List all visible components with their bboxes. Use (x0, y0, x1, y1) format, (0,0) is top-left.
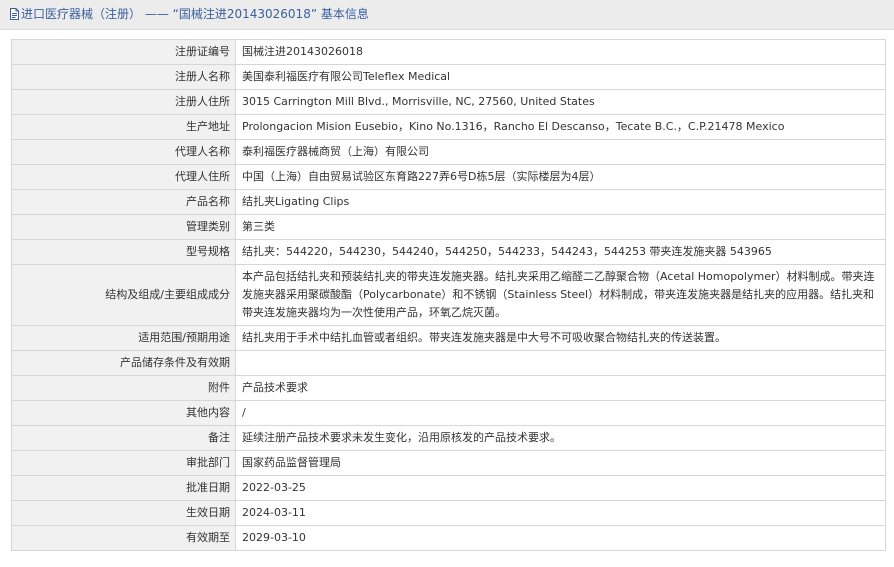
field-value: 第三类 (235, 214, 886, 240)
field-value: 延续注册产品技术要求未发生变化，沿用原核发的产品技术要求。 (235, 425, 886, 451)
field-label: 注册人名称 (11, 64, 236, 90)
field-value: 国械注进20143026018 (235, 39, 886, 65)
field-value: 中国（上海）自由贸易试验区东育路227弄6号D栋5层（实际楼层为4层） (235, 164, 886, 190)
row-registrant-address: 注册人住所 3015 Carrington Mill Blvd., Morris… (11, 89, 886, 115)
row-valid-until: 有效期至 2029-03-10 (11, 525, 886, 551)
field-label: 适用范围/预期用途 (11, 325, 236, 351)
field-value: 结扎夹用于手术中结扎血管或者组织。带夹连发施夹器是中大号不可吸收聚合物结扎夹的传… (235, 325, 886, 351)
field-value: 泰利福医疗器械商贸（上海）有限公司 (235, 139, 886, 165)
row-approval-department: 审批部门 国家药品监督管理局 (11, 450, 886, 476)
field-label: 审批部门 (11, 450, 236, 476)
field-label: 生效日期 (11, 500, 236, 526)
row-product-name: 产品名称 结扎夹Ligating Clips (11, 189, 886, 215)
field-label: 代理人名称 (11, 139, 236, 165)
field-value: 2022-03-25 (235, 475, 886, 501)
row-effective-date: 生效日期 2024-03-11 (11, 500, 886, 526)
field-value (235, 350, 886, 376)
field-label: 有效期至 (11, 525, 236, 551)
field-value: 美国泰利福医疗有限公司Teleflex Medical (235, 64, 886, 90)
field-label: 型号规格 (11, 239, 236, 265)
row-production-address: 生产地址 Prolongacion Mision Eusebio，Kino No… (11, 114, 886, 140)
field-value: 结扎夹：544220，544230，544240，544250，544233，5… (235, 239, 886, 265)
field-value: 3015 Carrington Mill Blvd., Morrisville,… (235, 89, 886, 115)
detail-container: 注册证编号 国械注进20143026018 注册人名称 美国泰利福医疗有限公司T… (0, 30, 894, 551)
row-attachment: 附件 产品技术要求 (11, 375, 886, 401)
field-value: 国家药品监督管理局 (235, 450, 886, 476)
row-agent-name: 代理人名称 泰利福医疗器械商贸（上海）有限公司 (11, 139, 886, 165)
field-label: 注册人住所 (11, 89, 236, 115)
field-value: 2024-03-11 (235, 500, 886, 526)
row-agent-address: 代理人住所 中国（上海）自由贸易试验区东育路227弄6号D栋5层（实际楼层为4层… (11, 164, 886, 190)
row-intended-use: 适用范围/预期用途 结扎夹用于手术中结扎血管或者组织。带夹连发施夹器是中大号不可… (11, 325, 886, 351)
row-registration-number: 注册证编号 国械注进20143026018 (11, 39, 886, 65)
field-label: 产品名称 (11, 189, 236, 215)
field-label: 产品储存条件及有效期 (11, 350, 236, 376)
field-label: 附件 (11, 375, 236, 401)
row-approval-date: 批准日期 2022-03-25 (11, 475, 886, 501)
field-value: 结扎夹Ligating Clips (235, 189, 886, 215)
field-value: 产品技术要求 (235, 375, 886, 401)
field-label: 注册证编号 (11, 39, 236, 65)
field-label: 结构及组成/主要组成成分 (11, 264, 236, 326)
row-storage-validity: 产品储存条件及有效期 (11, 350, 886, 376)
row-structure-composition: 结构及组成/主要组成成分 本产品包括结扎夹和预装结扎夹的带夹连发施夹器。结扎夹采… (11, 264, 886, 326)
field-value: 2029-03-10 (235, 525, 886, 551)
field-label: 批准日期 (11, 475, 236, 501)
row-other-content: 其他内容 / (11, 400, 886, 426)
page-title: 进口医疗器械（注册） —— “国械注进20143026018” 基本信息 (21, 7, 369, 21)
field-label: 备注 (11, 425, 236, 451)
field-label: 管理类别 (11, 214, 236, 240)
field-value: 本产品包括结扎夹和预装结扎夹的带夹连发施夹器。结扎夹采用乙缩醛二乙醇聚合物（Ac… (235, 264, 886, 326)
row-model-spec: 型号规格 结扎夹：544220，544230，544240，544250，544… (11, 239, 886, 265)
row-registrant-name: 注册人名称 美国泰利福医疗有限公司Teleflex Medical (11, 64, 886, 90)
page-header: 进口医疗器械（注册） —— “国械注进20143026018” 基本信息 (0, 0, 894, 30)
row-management-category: 管理类别 第三类 (11, 214, 886, 240)
field-label: 代理人住所 (11, 164, 236, 190)
field-label: 其他内容 (11, 400, 236, 426)
field-value: Prolongacion Mision Eusebio，Kino No.1316… (235, 114, 886, 140)
field-value: / (235, 400, 886, 426)
document-icon (9, 2, 20, 29)
field-label: 生产地址 (11, 114, 236, 140)
registration-detail-table: 注册证编号 国械注进20143026018 注册人名称 美国泰利福医疗有限公司T… (11, 39, 886, 551)
row-remarks: 备注 延续注册产品技术要求未发生变化，沿用原核发的产品技术要求。 (11, 425, 886, 451)
